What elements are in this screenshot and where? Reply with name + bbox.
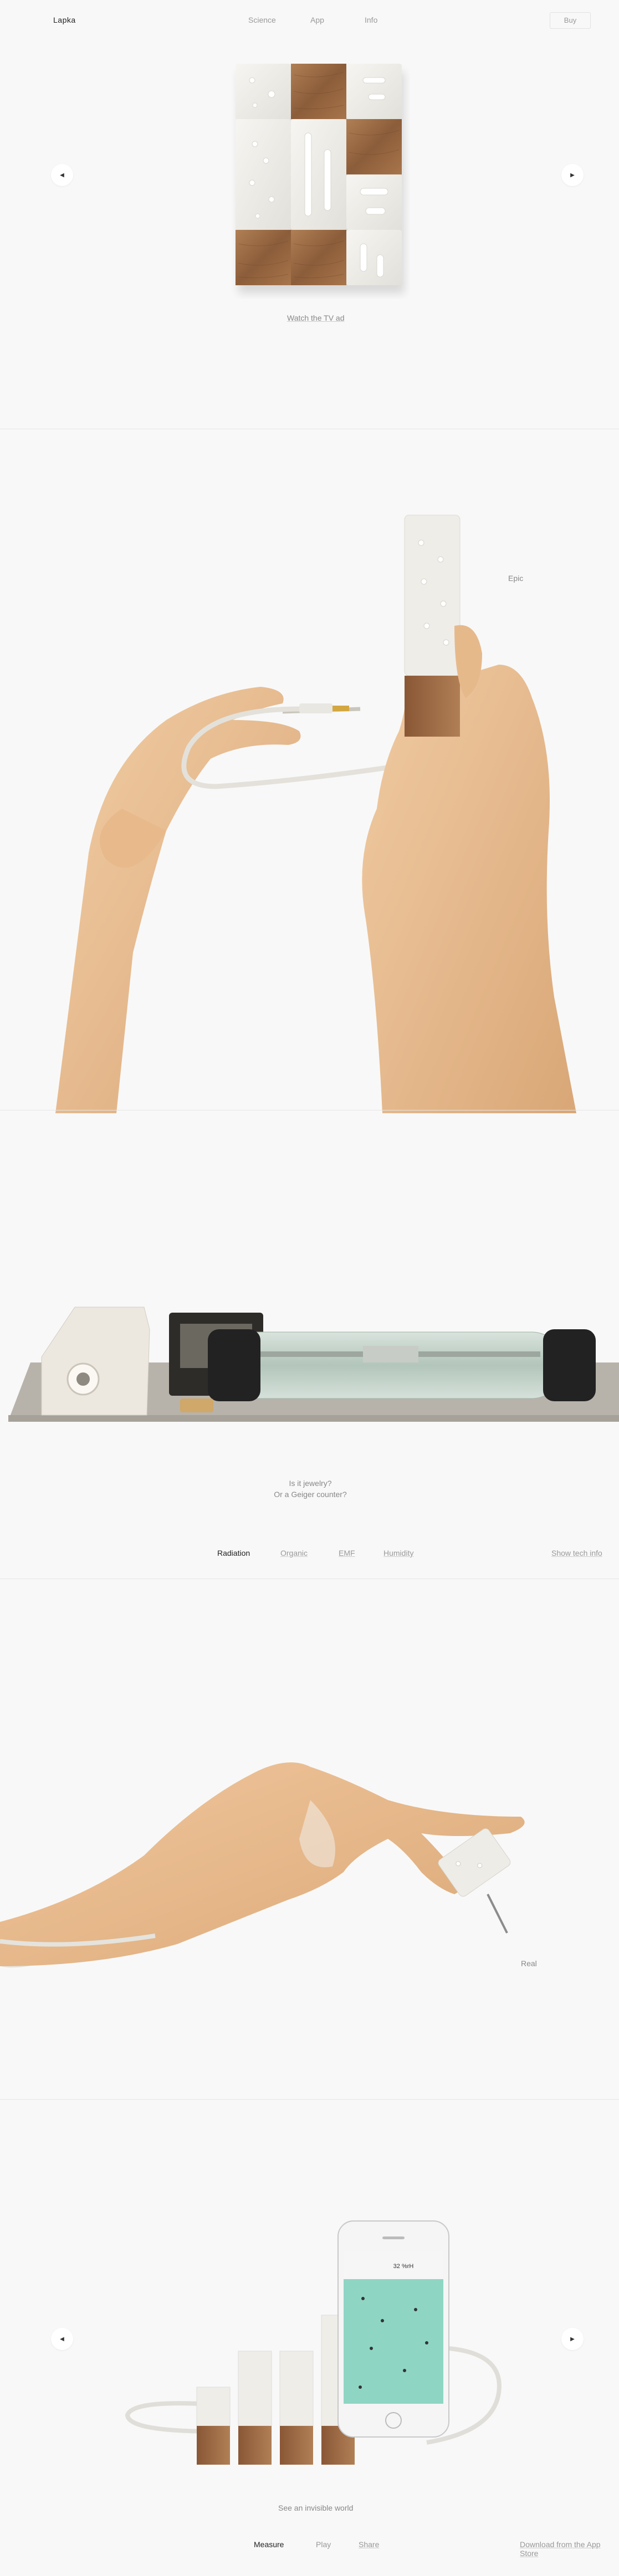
sensor-tabs: Radiation Organic EMF Humidity Show tech…	[0, 1545, 619, 1562]
section-divider	[0, 2099, 619, 2100]
real-label: Real	[521, 1959, 537, 1968]
geiger-caption-line2: Or a Geiger counter?	[274, 1490, 347, 1499]
buy-button[interactable]: Buy	[550, 12, 591, 29]
app-tabs: Measure Play Share Download from the App…	[0, 2537, 619, 2558]
hand-with-sensor-pin-illustration	[0, 1762, 525, 1968]
logo[interactable]: Lapka	[53, 16, 76, 24]
app-prev-arrow[interactable]: ◀	[51, 2328, 73, 2350]
chevron-left-icon: ◀	[60, 2336, 64, 2342]
tab-share[interactable]: Share	[359, 2540, 379, 2549]
tab-play[interactable]: Play	[316, 2540, 331, 2549]
nav-science[interactable]: Science	[248, 16, 276, 24]
geiger-caption-line1: Is it jewelry?	[289, 1479, 332, 1488]
chevron-right-icon: ▶	[570, 2336, 575, 2342]
chevron-left-icon: ◀	[60, 172, 64, 178]
epic-label: Epic	[508, 574, 524, 583]
hero-next-arrow[interactable]: ▶	[561, 164, 584, 186]
phone-reading: 32 %rH	[393, 2263, 414, 2270]
chevron-right-icon: ▶	[570, 172, 575, 178]
geiger-counter-circuit-illustration	[8, 1307, 619, 1422]
page: Lapka Science App Info Buy ◀ ▶ Watch the…	[0, 0, 619, 2576]
tab-radiation[interactable]: Radiation	[217, 1549, 250, 1557]
hands-with-sensor-illustration	[55, 515, 576, 1113]
show-tech-info-link[interactable]: Show tech info	[551, 1549, 602, 1557]
nav-info[interactable]: Info	[365, 16, 377, 24]
site-header: Lapka Science App Info Buy	[0, 0, 619, 40]
app-store-link[interactable]: Download from the App Store	[520, 2540, 619, 2558]
tab-measure[interactable]: Measure	[254, 2540, 284, 2549]
watch-tv-ad-link[interactable]: Watch the TV ad	[287, 313, 345, 322]
section-divider	[0, 1578, 619, 1579]
tab-organic[interactable]: Organic	[280, 1549, 308, 1557]
tab-humidity[interactable]: Humidity	[383, 1549, 413, 1557]
lapka-sensors-grid-illustration	[236, 64, 405, 294]
app-caption: See an invisible world	[278, 2503, 354, 2512]
app-next-arrow[interactable]: ▶	[561, 2328, 584, 2350]
hero-prev-arrow[interactable]: ◀	[51, 164, 73, 186]
app-and-sensors-illustration: 32 %rH	[125, 2220, 502, 2465]
nav-app[interactable]: App	[310, 16, 324, 24]
tab-emf[interactable]: EMF	[339, 1549, 355, 1557]
